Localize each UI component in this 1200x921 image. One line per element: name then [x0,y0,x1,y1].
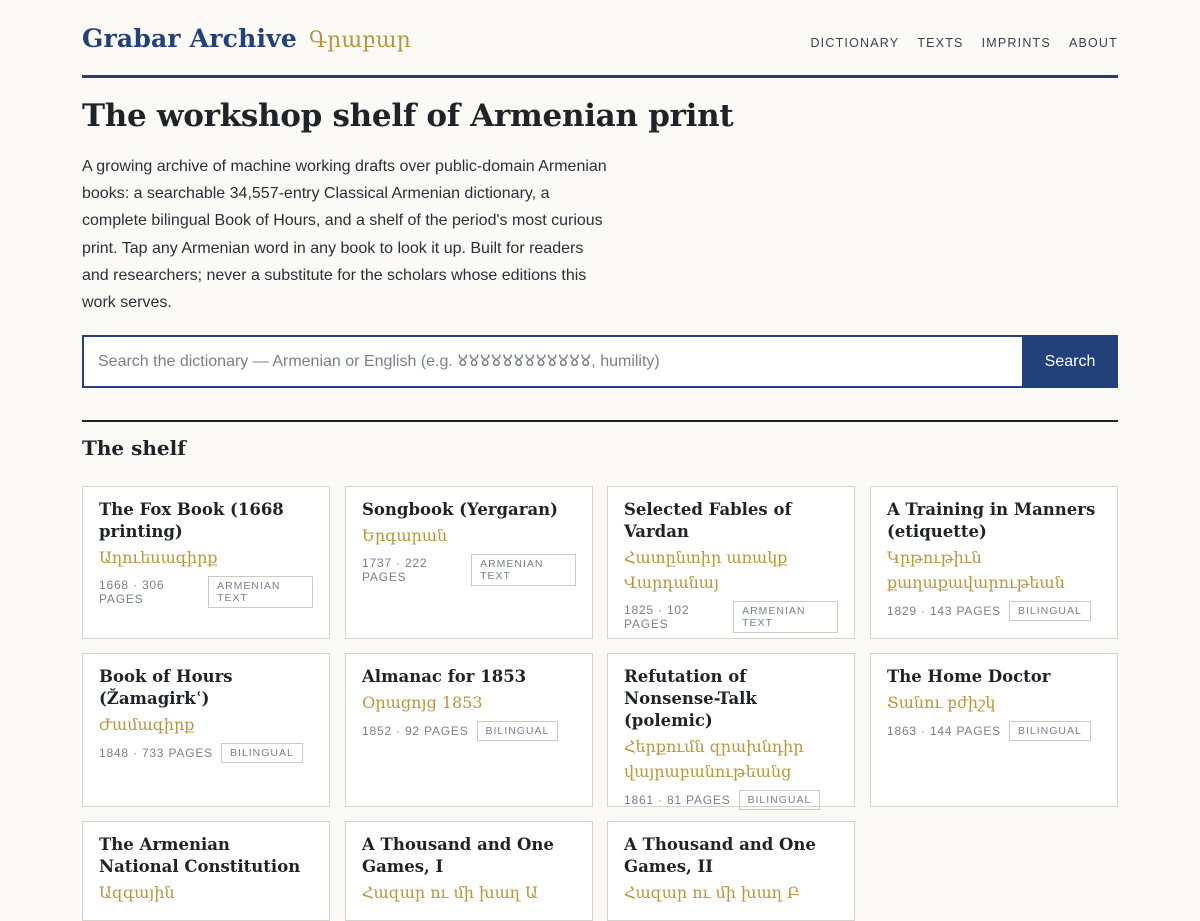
book-armenian-title: Հերքումն զրախնդիր վայրաբանութեանց [624,737,804,781]
book-card[interactable]: The Fox Book (1668 printing) Աղուեսագիրք… [82,486,330,639]
book-armenian-title: Աղուեսագիրք [99,548,218,567]
book-type-badge: BILINGUAL [738,790,821,810]
brand-logo[interactable]: Grabar Archive Գրաբար [82,24,411,53]
book-title: The Fox Book (1668 printing) [99,500,284,541]
book-title: Refutation of Nonsense-Talk (polemic) [624,667,757,730]
book-title: The Home Doctor [887,667,1051,686]
book-meta: 1863 · 144 PAGES BILINGUAL [887,721,1101,741]
book-card[interactable]: A Training in Manners (etiquette) Կրթութ… [870,486,1118,639]
book-meta: 1829 · 143 PAGES BILINGUAL [887,601,1101,621]
brand-armenian: Գրաբար [308,28,411,53]
book-card[interactable]: Book of Hours (Žamagirkʿ) Ժամագիրք 1848 … [82,653,330,807]
book-card[interactable]: Almanac for 1853 Օրացոյց 1853 1852 · 92 … [345,653,593,807]
book-title: The Armenian National Constitution [99,835,301,876]
book-year-pages: 1852 · 92 PAGES [362,724,469,738]
book-title: Almanac for 1853 [362,667,527,686]
nav-imprints[interactable]: IMPRINTS [982,36,1051,50]
book-armenian-title: Կրթութիւն քաղաքավարութեան [887,548,1065,592]
book-type-badge: BILINGUAL [220,743,303,763]
book-type-badge: BILINGUAL [1008,601,1091,621]
book-armenian-title: Ազգային [99,883,175,902]
intro-paragraph: A growing archive of machine working dra… [82,158,607,312]
nav-texts[interactable]: TEXTS [917,36,963,50]
book-type-badge: ARMENIAN TEXT [471,554,576,586]
section-divider [82,420,1118,422]
search-input[interactable] [82,335,1022,388]
page-title: The workshop shelf of Armenian print [82,98,734,134]
book-card[interactable]: Selected Fables of Vardan Հատընտիր առակք… [607,486,855,639]
book-card[interactable]: A Thousand and One Games, II Հազար ու մի… [607,821,855,921]
book-title: Selected Fables of Vardan [624,500,792,541]
book-card[interactable]: A Thousand and One Games, I Հազար ու մի … [345,821,593,921]
book-armenian-title: Ժամագիրք [99,715,195,734]
book-armenian-title: Հազար ու մի խաղ Բ [624,883,800,902]
book-title: Songbook (Yergaran) [362,500,558,519]
dictionary-search-form: Search [82,335,1118,388]
book-armenian-title: Տանու բժիշկ [887,693,996,712]
book-card[interactable]: Refutation of Nonsense-Talk (polemic) Հե… [607,653,855,810]
book-card[interactable]: The Armenian National Constitution Ազգայ… [82,821,330,921]
book-meta: 1852 · 92 PAGES BILINGUAL [362,721,576,741]
book-year-pages: 1863 · 144 PAGES [887,724,1001,738]
site-header: Grabar Archive Գրաբար DICTIONARY TEXTS I… [82,0,1118,78]
book-type-badge: ARMENIAN TEXT [733,601,838,633]
book-armenian-title: Երգարան [362,526,448,545]
search-button[interactable]: Search [1022,335,1118,388]
book-card[interactable]: The Home Doctor Տանու բժիշկ 1863 · 144 P… [870,653,1118,807]
book-type-badge: BILINGUAL [476,721,559,741]
book-title: Book of Hours (Žamagirkʿ) [99,667,233,708]
book-year-pages: 1829 · 143 PAGES [887,604,1001,618]
book-title: A Training in Manners (etiquette) [887,500,1096,541]
book-year-pages: 1861 · 81 PAGES [624,793,731,807]
nav-about[interactable]: ABOUT [1069,36,1118,50]
book-card[interactable]: Songbook (Yergaran) Երգարան 1737 · 222 P… [345,486,593,639]
book-meta: 1825 · 102 PAGES ARMENIAN TEXT [624,601,838,633]
book-meta: 1861 · 81 PAGES BILINGUAL [624,790,838,810]
nav-dictionary[interactable]: DICTIONARY [810,36,899,50]
book-type-badge: ARMENIAN TEXT [208,576,313,608]
book-armenian-title: Հատընտիր առակք Վարդանայ [624,548,788,592]
book-title: A Thousand and One Games, II [624,835,816,876]
book-year-pages: 1737 · 222 PAGES [362,556,428,584]
book-type-badge: BILINGUAL [1008,721,1091,741]
book-meta: 1668 · 306 PAGES ARMENIAN TEXT [99,576,313,608]
main-nav: DICTIONARY TEXTS IMPRINTS ABOUT [810,36,1118,50]
book-year-pages: 1825 · 102 PAGES [624,603,690,631]
book-meta: 1737 · 222 PAGES ARMENIAN TEXT [362,554,576,586]
book-armenian-title: Օրացոյց 1853 [362,693,483,712]
brand-name: Grabar Archive [82,24,297,53]
book-title: A Thousand and One Games, I [362,835,554,876]
book-year-pages: 1668 · 306 PAGES [99,578,165,606]
book-meta: 1848 · 733 PAGES BILINGUAL [99,743,313,763]
page: Grabar Archive Գրաբար DICTIONARY TEXTS I… [82,0,1118,921]
book-armenian-title: Հազար ու մի խաղ Ա [362,883,538,902]
book-year-pages: 1848 · 733 PAGES [99,746,213,760]
shelf-heading: The shelf [82,436,186,460]
